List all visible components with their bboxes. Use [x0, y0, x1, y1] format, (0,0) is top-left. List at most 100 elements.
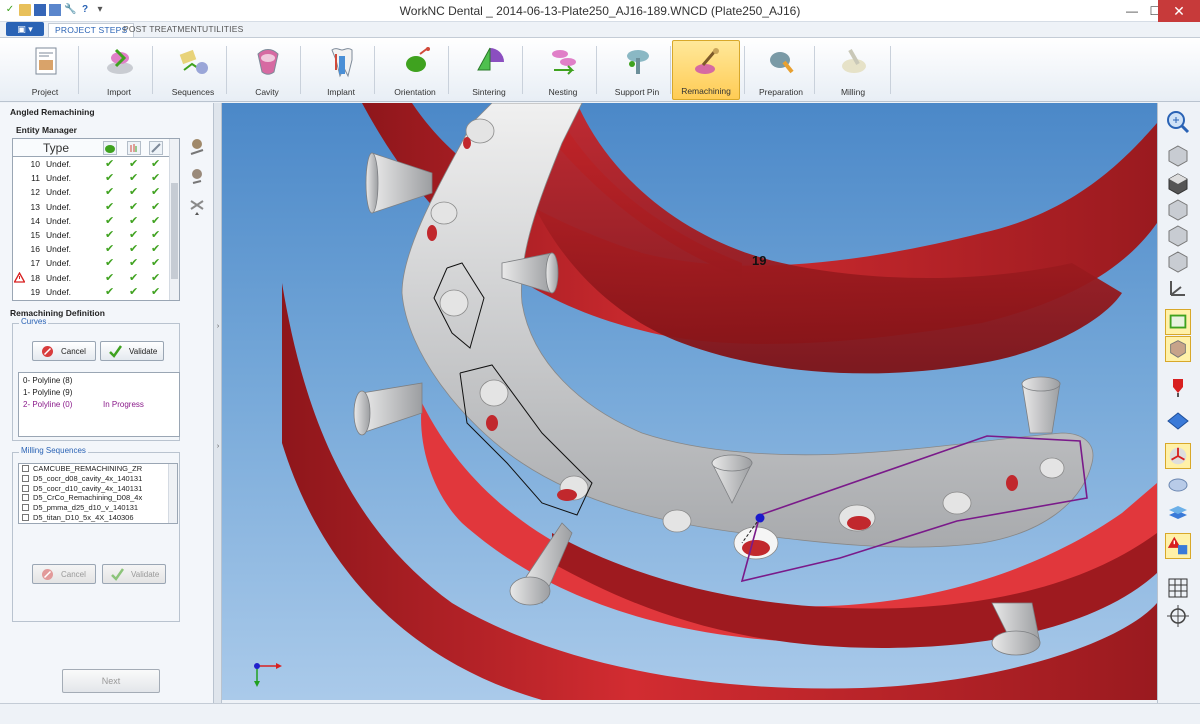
- orientation-button[interactable]: Orientation: [380, 40, 450, 100]
- collapse-arrow-icon[interactable]: ›: [215, 323, 221, 330]
- warning-tool-icon[interactable]: [1165, 533, 1191, 559]
- 3d-viewport[interactable]: 19: [222, 103, 1157, 700]
- section-tool-icon[interactable]: [1165, 373, 1191, 399]
- check-icon[interactable]: ✔: [129, 271, 141, 284]
- entity-row[interactable]: 18 Undef. ✔ ✔ ✔: [13, 271, 179, 285]
- check-icon[interactable]: ✔: [129, 285, 141, 298]
- entity-scrollbar[interactable]: [169, 139, 179, 300]
- view-bottom-cube-icon[interactable]: [1165, 249, 1191, 275]
- milling-button[interactable]: Milling: [818, 40, 888, 100]
- check-icon[interactable]: ✔: [151, 200, 163, 213]
- support-pin-button[interactable]: Support Pin: [602, 40, 672, 100]
- entity-row[interactable]: 10 Undef. ✔ ✔ ✔: [13, 157, 179, 171]
- check-icon[interactable]: ✔: [105, 200, 117, 213]
- view-iso-cube-icon[interactable]: [1165, 143, 1191, 169]
- preparation-button[interactable]: Preparation: [746, 40, 816, 100]
- panel-splitter[interactable]: › ›: [214, 103, 222, 703]
- milling-sequence-item[interactable]: D5_pmma_d25_d10_v_140131: [19, 503, 177, 513]
- entity-row[interactable]: 12 Undef. ✔ ✔ ✔: [13, 185, 179, 199]
- milling-sequence-item[interactable]: CAMCUBE_REMACHINING_ZR: [19, 464, 177, 474]
- milling-sequence-item[interactable]: D5_titan_D10_5x_4X_140306: [19, 513, 177, 523]
- check-icon[interactable]: ✔: [105, 228, 117, 241]
- cancel-sequence-button[interactable]: Cancel: [32, 564, 96, 584]
- validate-sequence-button[interactable]: Validate: [102, 564, 166, 584]
- entity-row[interactable]: 11 Undef. ✔ ✔ ✔: [13, 171, 179, 185]
- tool-column-icon[interactable]: [149, 141, 163, 155]
- entity-tool-3-icon[interactable]: [187, 195, 207, 217]
- sequence-scrollbar[interactable]: [168, 464, 177, 523]
- project-button[interactable]: Project: [10, 40, 80, 100]
- ellipse-tool-icon[interactable]: [1165, 471, 1191, 497]
- check-icon[interactable]: ✔: [105, 185, 117, 198]
- entity-row[interactable]: 19 Undef. ✔ ✔ ✔: [13, 285, 179, 299]
- entity-row[interactable]: 15 Undef. ✔ ✔ ✔: [13, 228, 179, 242]
- check-icon[interactable]: ✔: [129, 228, 141, 241]
- check-icon[interactable]: ✔: [105, 214, 117, 227]
- grid-icon[interactable]: [1165, 575, 1191, 601]
- check-icon[interactable]: ✔: [105, 256, 117, 269]
- entity-tool-2-icon[interactable]: [187, 165, 207, 187]
- check-icon[interactable]: ✔: [129, 185, 141, 198]
- tab-utilities[interactable]: UTILITIES: [196, 23, 249, 37]
- check-icon[interactable]: ✔: [105, 157, 117, 170]
- orientation-tool-icon[interactable]: [1165, 443, 1191, 469]
- entity-row[interactable]: 17 Undef. ✔ ✔ ✔: [13, 256, 179, 270]
- check-icon[interactable]: ✔: [105, 171, 117, 184]
- check-icon[interactable]: ✔: [151, 171, 163, 184]
- check-icon[interactable]: ✔: [151, 271, 163, 284]
- milling-sequence-item[interactable]: D5_cocr_d10_cavity_4x_140131: [19, 484, 177, 494]
- check-icon[interactable]: ✔: [105, 285, 117, 298]
- check-icon[interactable]: ✔: [129, 157, 141, 170]
- sequence-checkbox[interactable]: [22, 465, 29, 472]
- cavity-button[interactable]: Cavity: [232, 40, 302, 100]
- nesting-button[interactable]: Nesting: [528, 40, 598, 100]
- check-icon[interactable]: ✔: [129, 214, 141, 227]
- import-button[interactable]: Import: [84, 40, 154, 100]
- sequence-checkbox[interactable]: [22, 513, 29, 521]
- check-icon[interactable]: ✔: [151, 185, 163, 198]
- view-side-cube-icon[interactable]: [1165, 223, 1191, 249]
- cancel-curve-button[interactable]: Cancel: [32, 341, 96, 361]
- entity-table[interactable]: Type 10 Undef. ✔ ✔ ✔ 11 Undef. ✔ ✔ ✔ 12 Undef. ✔ ✔ ✔ 13…: [12, 138, 180, 301]
- check-icon[interactable]: ✔: [105, 271, 117, 284]
- next-button[interactable]: Next: [62, 669, 160, 693]
- check-icon[interactable]: ✔: [129, 171, 141, 184]
- view-front-cube-icon[interactable]: [1165, 197, 1191, 223]
- curve-item[interactable]: 2- Polyline (0) In Progress: [23, 400, 175, 412]
- cavity-column-icon[interactable]: [103, 141, 117, 155]
- sequence-checkbox[interactable]: [22, 504, 29, 512]
- entity-row[interactable]: 16 Undef. ✔ ✔ ✔: [13, 242, 179, 256]
- check-icon[interactable]: ✔: [129, 200, 141, 213]
- layers-tool-icon[interactable]: [1165, 497, 1191, 523]
- view-axes-icon[interactable]: [1165, 275, 1191, 301]
- sequence-checkbox[interactable]: [22, 494, 29, 502]
- collapse-arrow-icon[interactable]: ›: [215, 443, 221, 450]
- remachining-button[interactable]: Remachining: [672, 40, 740, 100]
- milling-sequence-list[interactable]: CAMCUBE_REMACHINING_ZR D5_cocr_d08_cavity…: [18, 463, 178, 524]
- entity-row[interactable]: 13 Undef. ✔ ✔ ✔: [13, 200, 179, 214]
- tab-post-treatment[interactable]: POST TREATMENT: [117, 23, 208, 37]
- milling-sequence-item[interactable]: D5_cocr_d08_cavity_4x_140131: [19, 474, 177, 484]
- check-icon[interactable]: ✔: [151, 228, 163, 241]
- view-top-cube-icon[interactable]: [1165, 171, 1191, 197]
- sequences-button[interactable]: Sequences: [158, 40, 228, 100]
- implant-button[interactable]: Implant: [306, 40, 376, 100]
- sequence-checkbox[interactable]: [22, 474, 29, 482]
- check-icon[interactable]: ✔: [151, 157, 163, 170]
- entity-tool-1-icon[interactable]: [187, 136, 207, 158]
- check-icon[interactable]: ✔: [151, 214, 163, 227]
- sequence-checkbox[interactable]: [22, 484, 29, 492]
- validate-curve-button[interactable]: Validate: [100, 341, 164, 361]
- sintering-button[interactable]: Sintering: [454, 40, 524, 100]
- curve-item[interactable]: 1- Polyline (9): [23, 388, 175, 400]
- entity-row[interactable]: 14 Undef. ✔ ✔ ✔: [13, 214, 179, 228]
- check-icon[interactable]: ✔: [151, 285, 163, 298]
- crosshair-icon[interactable]: [1165, 603, 1191, 629]
- check-icon[interactable]: ✔: [129, 256, 141, 269]
- implant-column-icon[interactable]: [127, 141, 141, 155]
- zoom-fit-icon[interactable]: [1165, 109, 1191, 135]
- column-header-type[interactable]: Type: [43, 141, 69, 155]
- application-menu-button[interactable]: ▣ ▾: [6, 22, 44, 36]
- shaded-edges-icon[interactable]: [1165, 309, 1191, 335]
- check-icon[interactable]: ✔: [129, 242, 141, 255]
